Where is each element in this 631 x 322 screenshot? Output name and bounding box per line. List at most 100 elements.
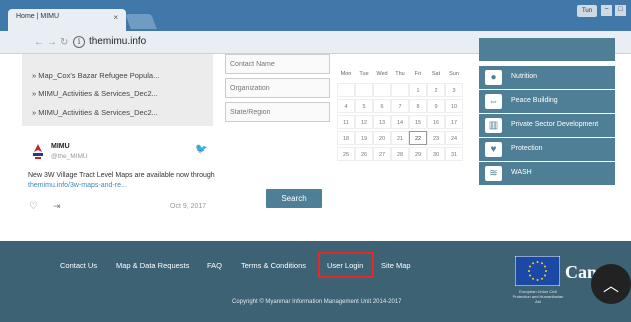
forward-icon[interactable]: →: [47, 37, 57, 48]
footer-link-contact-us[interactable]: Contact Us: [60, 261, 97, 270]
sector-item-wash[interactable]: ≋ WASH: [479, 162, 615, 185]
calendar-day[interactable]: 4: [337, 99, 355, 113]
calendar-week-row: 123: [337, 83, 468, 99]
calendar-day[interactable]: 27: [373, 147, 391, 161]
url-field[interactable]: themimu.info: [89, 36, 146, 47]
sector-item-peace-building[interactable]: ⇔ Peace Building: [479, 90, 615, 113]
state-region-input[interactable]: [225, 102, 330, 122]
search-button[interactable]: Search: [266, 189, 322, 208]
calendar-day: [355, 83, 373, 97]
sector-item-nutrition[interactable]: ● Nutrition: [479, 66, 615, 89]
mimu-logo-icon[interactable]: [30, 143, 46, 161]
calendar-day[interactable]: 13: [373, 115, 391, 129]
calendar-day[interactable]: 12: [355, 115, 373, 129]
doc-link-activities-2[interactable]: » MIMU_Activities & Services_Dec2...: [32, 108, 158, 117]
calendar-day[interactable]: 24: [445, 131, 463, 145]
browser-tab[interactable]: Home | MIMU ×: [8, 9, 126, 31]
calendar-day[interactable]: 18: [337, 131, 355, 145]
calendar-weekday: Tue: [359, 71, 369, 77]
footer-link-map-data-requests[interactable]: Map & Data Requests: [116, 261, 189, 270]
calendar-day[interactable]: 17: [445, 115, 463, 129]
protection-icon: ♥: [485, 142, 502, 157]
tab-close-icon[interactable]: ×: [113, 13, 118, 22]
sector-item-private-sector-development[interactable]: ▥ Private Sector Development: [479, 114, 615, 137]
sector-item-label: WASH: [511, 169, 532, 176]
tweet-date[interactable]: Oct 9, 2017: [170, 203, 206, 210]
footer-link-faq[interactable]: FAQ: [207, 261, 222, 270]
calendar-day[interactable]: 26: [355, 147, 373, 161]
footer-link-terms[interactable]: Terms & Conditions: [241, 261, 306, 270]
calendar-week-row: 11 12 13 14 15 16 17: [337, 115, 468, 131]
calendar-weekday: Sat: [431, 71, 441, 77]
calendar-day[interactable]: 29: [409, 147, 427, 161]
new-tab-button[interactable]: [125, 14, 157, 29]
calendar-day-today[interactable]: 22: [409, 131, 427, 145]
calendar-day[interactable]: 20: [373, 131, 391, 145]
calendar-day[interactable]: 8: [409, 99, 427, 113]
site-footer: Contact Us Map & Data Requests FAQ Terms…: [0, 241, 631, 322]
minimize-button[interactable]: −: [601, 5, 612, 16]
sector-item-top[interactable]: [479, 38, 615, 61]
calendar-day[interactable]: 16: [427, 115, 445, 129]
calendar-week-row: 18 19 20 21 22 23 24: [337, 131, 468, 147]
calendar-day[interactable]: 31: [445, 147, 463, 161]
doc-link-cox-bazar[interactable]: » Map_Cox's Bazar Refugee Popula...: [32, 71, 159, 80]
calendar-day[interactable]: 9: [427, 99, 445, 113]
tweet-link[interactable]: themimu.info/3w-maps-and-re...: [28, 182, 127, 189]
calendar-day: [391, 83, 409, 97]
share-icon[interactable]: ⇥: [53, 201, 61, 212]
calendar-day[interactable]: 28: [391, 147, 409, 161]
calendar-day[interactable]: 6: [373, 99, 391, 113]
calendar-day[interactable]: 11: [337, 115, 355, 129]
wash-icon: ≋: [485, 166, 502, 181]
calendar-day[interactable]: 21: [391, 131, 409, 145]
calendar-weekday: Sun: [449, 71, 459, 77]
calendar-day[interactable]: 10: [445, 99, 463, 113]
contact-name-input[interactable]: [225, 54, 330, 74]
tweet-author-handle[interactable]: @the_MIMU: [51, 153, 88, 160]
calendar-day[interactable]: 30: [427, 147, 445, 161]
reload-icon[interactable]: ↻: [60, 37, 68, 48]
scroll-to-top-button[interactable]: ︿: [591, 264, 631, 304]
organization-input[interactable]: [225, 78, 330, 98]
calendar-day[interactable]: 15: [409, 115, 427, 129]
calendar-day[interactable]: 7: [391, 99, 409, 113]
nutrition-icon: ●: [485, 70, 502, 85]
back-icon[interactable]: ←: [34, 37, 44, 48]
calendar-weekday: Thu: [395, 71, 405, 77]
calendar-week-row: 25 26 27 28 29 30 31: [337, 147, 468, 163]
user-profile-button[interactable]: Tun: [577, 5, 597, 17]
sector-item-label: Private Sector Development: [511, 121, 599, 128]
calendar-day[interactable]: 25: [337, 147, 355, 161]
site-info-icon[interactable]: i: [73, 36, 85, 48]
calendar-day[interactable]: 19: [355, 131, 373, 145]
document-links-panel: » Map_Cox's Bazar Refugee Popula... » MI…: [22, 54, 213, 126]
calendar-weekday: Wed: [376, 71, 388, 77]
maximize-button[interactable]: □: [615, 5, 626, 16]
copyright-text: Copyright © Myanmar Information Manageme…: [232, 299, 402, 305]
tab-title: Home | MIMU: [16, 13, 60, 20]
private-sector-icon: ▥: [485, 118, 502, 133]
footer-link-site-map[interactable]: Site Map: [381, 261, 411, 270]
tweet-author-name[interactable]: MIMU: [51, 143, 70, 150]
calendar-day[interactable]: 1: [409, 83, 427, 97]
calendar-day[interactable]: 23: [427, 131, 445, 145]
sector-item-label: Peace Building: [511, 97, 558, 104]
calendar-day[interactable]: 5: [355, 99, 373, 113]
peace-building-icon: ⇔: [485, 94, 502, 109]
tweet-text: New 3W Village Tract Level Maps are avai…: [28, 171, 218, 191]
heart-icon[interactable]: ♡: [29, 201, 38, 212]
sector-item-protection[interactable]: ♥ Protection: [479, 138, 615, 161]
doc-link-activities-1[interactable]: » MIMU_Activities & Services_Dec2...: [32, 89, 158, 98]
browser-titlebar: Home | MIMU × Tun − □: [0, 0, 631, 31]
sector-item-label: Nutrition: [511, 73, 538, 80]
eu-caption: European Union Civil Protection and Huma…: [512, 289, 564, 304]
twitter-icon[interactable]: 🐦: [195, 144, 207, 155]
eu-flag-icon[interactable]: [515, 256, 560, 286]
calendar-day[interactable]: 3: [445, 83, 463, 97]
calendar-day[interactable]: 2: [427, 83, 445, 97]
footer-link-user-login[interactable]: User Login: [327, 261, 363, 270]
page-content: » Map_Cox's Bazar Refugee Popula... » MI…: [0, 38, 631, 241]
calendar-day[interactable]: 14: [391, 115, 409, 129]
calendar-day: [373, 83, 391, 97]
